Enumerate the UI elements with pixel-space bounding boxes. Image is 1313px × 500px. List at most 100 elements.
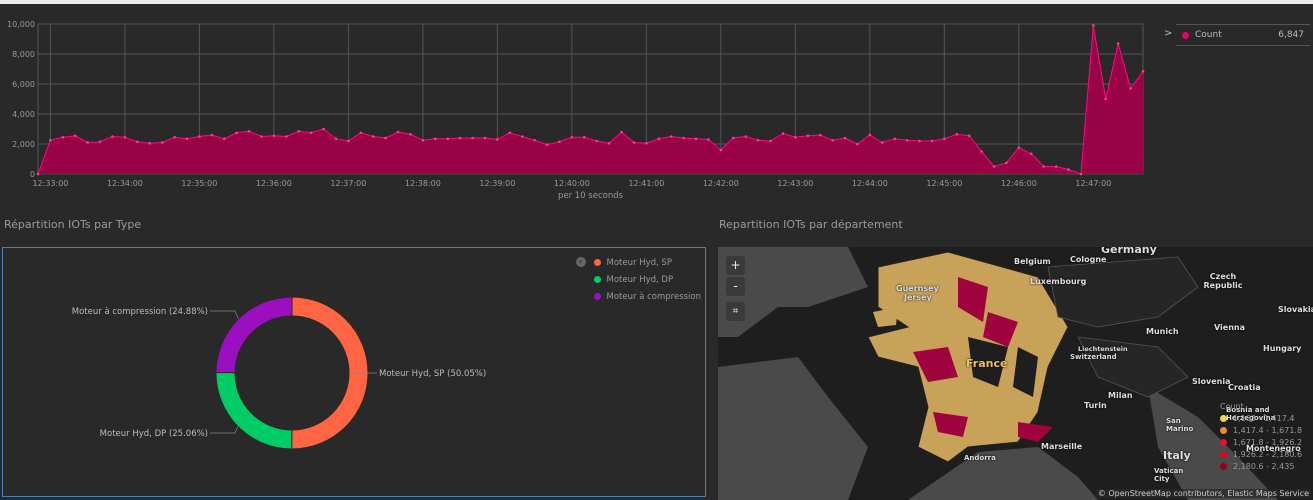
y-tick-label: 4,000 xyxy=(12,110,35,119)
map-label: Milan xyxy=(1108,391,1133,400)
pie-panel: Moteur Hyd, SP (50.05%) Moteur Hyd, DP (2… xyxy=(2,247,706,497)
data-point xyxy=(682,136,685,140)
pie-slice xyxy=(215,296,293,374)
data-point xyxy=(247,129,251,133)
data-point xyxy=(1005,161,1008,165)
legend-dot-icon xyxy=(1182,31,1189,39)
data-point xyxy=(694,137,698,141)
data-point xyxy=(160,141,164,144)
data-point xyxy=(980,150,983,153)
data-point xyxy=(1129,87,1132,90)
data-point xyxy=(1067,168,1070,171)
data-point xyxy=(421,138,425,142)
x-tick-label: 12:44:00 xyxy=(852,179,888,188)
data-point xyxy=(508,131,512,135)
data-point xyxy=(496,138,499,141)
data-point xyxy=(434,137,437,141)
pie-slice xyxy=(215,371,293,450)
x-tick-label: 12:43:00 xyxy=(777,179,813,188)
map-label: Hungary xyxy=(1263,344,1302,353)
data-point xyxy=(309,131,313,135)
y-tick-label: 10,000 xyxy=(7,20,35,29)
pie-legend: › Moteur Hyd, SP Moteur Hyd, DP Moteur à… xyxy=(575,254,701,305)
label-leader-line xyxy=(210,426,239,434)
data-point xyxy=(880,141,884,144)
data-point xyxy=(111,135,114,138)
x-tick-label: 12:36:00 xyxy=(256,179,292,188)
map-label: Vienna xyxy=(1214,323,1246,332)
region-map[interactable]: + - ⌗ Germany Belgium Cologne Luxembourg… xyxy=(718,247,1313,500)
map-label: Belgium xyxy=(1014,257,1051,266)
data-point xyxy=(669,135,673,138)
map-label: Munich xyxy=(1146,327,1179,336)
data-point xyxy=(359,131,363,135)
pie-legend-item[interactable]: Moteur Hyd, SP xyxy=(593,254,701,271)
data-point xyxy=(1042,165,1045,168)
x-tick-label: 12:34:00 xyxy=(107,179,143,188)
data-point xyxy=(794,135,797,139)
map-label: Cologne xyxy=(1070,255,1107,264)
map-label: Marseille xyxy=(1041,442,1083,451)
data-point xyxy=(285,135,288,138)
data-point xyxy=(136,140,139,144)
data-point xyxy=(272,134,276,138)
data-point xyxy=(918,139,921,143)
data-point xyxy=(632,141,636,144)
data-point xyxy=(458,136,462,140)
data-point xyxy=(1054,165,1058,168)
data-point xyxy=(955,132,959,136)
data-point xyxy=(222,137,226,141)
data-point xyxy=(806,134,810,138)
y-tick-label: 6,000 xyxy=(12,80,35,89)
legend-item-count[interactable]: Count 6,847 xyxy=(1176,24,1310,46)
pie-data-label: Moteur à compression (24.88%) xyxy=(72,307,208,317)
data-point xyxy=(1116,42,1120,45)
x-tick-label: 12:47:00 xyxy=(1075,179,1111,188)
data-point xyxy=(409,132,412,136)
map-label: Jersey xyxy=(904,293,932,302)
zoom-out-button[interactable]: - xyxy=(726,277,745,296)
data-point xyxy=(943,137,946,141)
legend-collapse-icon[interactable]: › xyxy=(575,257,586,267)
data-point xyxy=(756,138,760,142)
data-point xyxy=(570,135,574,139)
x-axis-label: per 10 seconds xyxy=(558,191,624,201)
data-point xyxy=(260,135,263,138)
data-point xyxy=(868,133,872,137)
pie-data-label: Moteur Hyd, SP (50.05%) xyxy=(379,369,486,379)
map-label: Liechtenstein xyxy=(1078,345,1128,353)
map-label: Vatican City xyxy=(1154,467,1184,483)
label-leader-line xyxy=(210,310,239,320)
data-point xyxy=(334,137,338,141)
data-point xyxy=(396,130,400,134)
map-label: Croatia xyxy=(1228,383,1261,392)
y-tick-label: 2,000 xyxy=(12,140,35,149)
map-label: Slovenia xyxy=(1192,377,1231,386)
pie-legend-item[interactable]: Moteur à compression xyxy=(593,288,701,305)
data-point xyxy=(1029,152,1033,156)
map-label: Czech Republic xyxy=(1203,272,1243,290)
data-point xyxy=(185,137,189,141)
data-point xyxy=(297,129,301,133)
data-point xyxy=(967,134,971,138)
data-point xyxy=(446,137,450,141)
pie-legend-item[interactable]: Moteur Hyd, DP xyxy=(593,271,701,288)
map-legend-item: 1,163 - 1,417.4 xyxy=(1220,412,1302,424)
legend-toggle-chevron-icon[interactable]: > xyxy=(1164,28,1172,39)
data-point xyxy=(930,139,934,143)
data-point xyxy=(198,135,201,138)
pie-data-label: Moteur Hyd, DP (25.06%) xyxy=(100,429,208,439)
data-point xyxy=(49,138,52,142)
map-legend-item: 2,180.6 - 2,435 xyxy=(1220,460,1302,472)
data-point xyxy=(1079,172,1083,176)
legend-value: 6,847 xyxy=(1278,30,1304,40)
zoom-in-button[interactable]: + xyxy=(726,256,745,275)
data-point xyxy=(1017,146,1021,150)
crop-bounds-icon[interactable]: ⌗ xyxy=(726,302,745,321)
data-point xyxy=(620,130,623,134)
map-attribution[interactable]: © OpenStreetMap contributors, Elastic Ma… xyxy=(1095,489,1311,498)
data-point xyxy=(818,133,822,137)
x-tick-label: 12:39:00 xyxy=(479,179,515,188)
data-point xyxy=(98,140,102,144)
map-legend-item: 1,926.2 - 2,180.6 xyxy=(1220,448,1302,460)
